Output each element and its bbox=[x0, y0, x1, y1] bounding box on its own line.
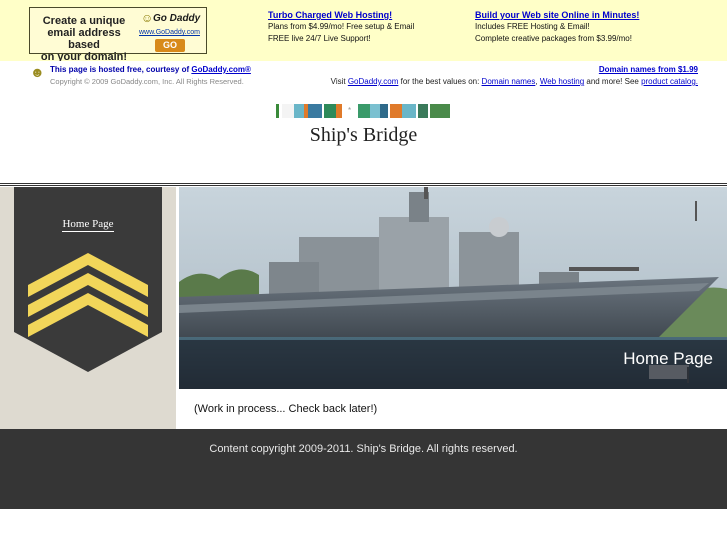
footer bbox=[0, 429, 727, 509]
ad-box-line: Create a unique bbox=[42, 15, 126, 27]
service-ribbon-logo: * bbox=[276, 104, 450, 118]
sergeant-chevron-emblem bbox=[14, 187, 162, 372]
promo-website-builder: Build your Web site Online in Minutes! I… bbox=[475, 9, 639, 45]
content-text: (Work in process... Check back later!) bbox=[194, 403, 378, 415]
godaddy-mascot-icon: ☺ bbox=[141, 11, 154, 25]
hosted-notice: This page is hosted free, courtesy of Go… bbox=[50, 65, 251, 74]
godaddy-mascot-icon: ☻ bbox=[30, 64, 45, 80]
ad-box-text: Create a unique email address based on y… bbox=[34, 15, 134, 63]
godaddy-email-ad[interactable]: Create a unique email address based on y… bbox=[29, 7, 207, 63]
values-text: and more! See bbox=[584, 77, 642, 86]
promo-line: Plans from $4.99/mo! Free setup & Email bbox=[268, 22, 415, 31]
go-button[interactable]: GO bbox=[155, 39, 185, 52]
hero-caption: Home Page bbox=[623, 349, 713, 368]
hosted-notice-text: This page is hosted free, courtesy of bbox=[50, 65, 192, 74]
values-text: for the best values on: bbox=[398, 77, 482, 86]
promo-line: Includes FREE Hosting & Email! bbox=[475, 22, 590, 31]
values-text: Visit bbox=[330, 77, 348, 86]
godaddy-copyright: Copyright © 2009 GoDaddy.com, Inc. All R… bbox=[50, 77, 244, 86]
ad-banner: Create a unique email address based on y… bbox=[0, 0, 727, 63]
godaddy-visit-link[interactable]: GoDaddy.com bbox=[348, 77, 399, 86]
header-divider bbox=[0, 183, 727, 186]
product-catalog-link[interactable]: product catalog. bbox=[641, 77, 698, 86]
domain-names-link-2[interactable]: Domain names bbox=[482, 77, 536, 86]
godaddy-url: www.GoDaddy.com bbox=[139, 29, 200, 36]
promo-line: Complete creative packages from $3.99/mo… bbox=[475, 34, 632, 43]
godaddy-brand: Go Daddy bbox=[153, 13, 201, 24]
nav-home-label[interactable]: Home Page bbox=[62, 218, 114, 232]
promo-website-link[interactable]: Build your Web site Online in Minutes! bbox=[475, 9, 639, 21]
hosted-by-strip: ☻ This page is hosted free, courtesy of … bbox=[0, 61, 727, 91]
godaddy-link[interactable]: GoDaddy.com® bbox=[191, 65, 251, 74]
web-hosting-link[interactable]: Web hosting bbox=[540, 77, 584, 86]
values-line: Visit GoDaddy.com for the best values on… bbox=[331, 77, 698, 86]
footer-copyright: Content copyright 2009-2011. Ship's Brid… bbox=[209, 443, 518, 455]
site-title: Ship's Bridge bbox=[309, 124, 418, 146]
nav-home-page[interactable]: Home Page bbox=[14, 218, 162, 232]
godaddy-logo: ☺ Go Daddy www.GoDaddy.com bbox=[139, 11, 205, 36]
promo-hosting: Turbo Charged Web Hosting! Plans from $4… bbox=[268, 9, 414, 45]
domain-names-link[interactable]: Domain names from $1.99 bbox=[599, 65, 698, 74]
promo-hosting-link[interactable]: Turbo Charged Web Hosting! bbox=[268, 9, 414, 21]
ad-box-line: email address based bbox=[47, 27, 121, 51]
promo-line: FREE live 24/7 Live Support! bbox=[268, 34, 371, 43]
